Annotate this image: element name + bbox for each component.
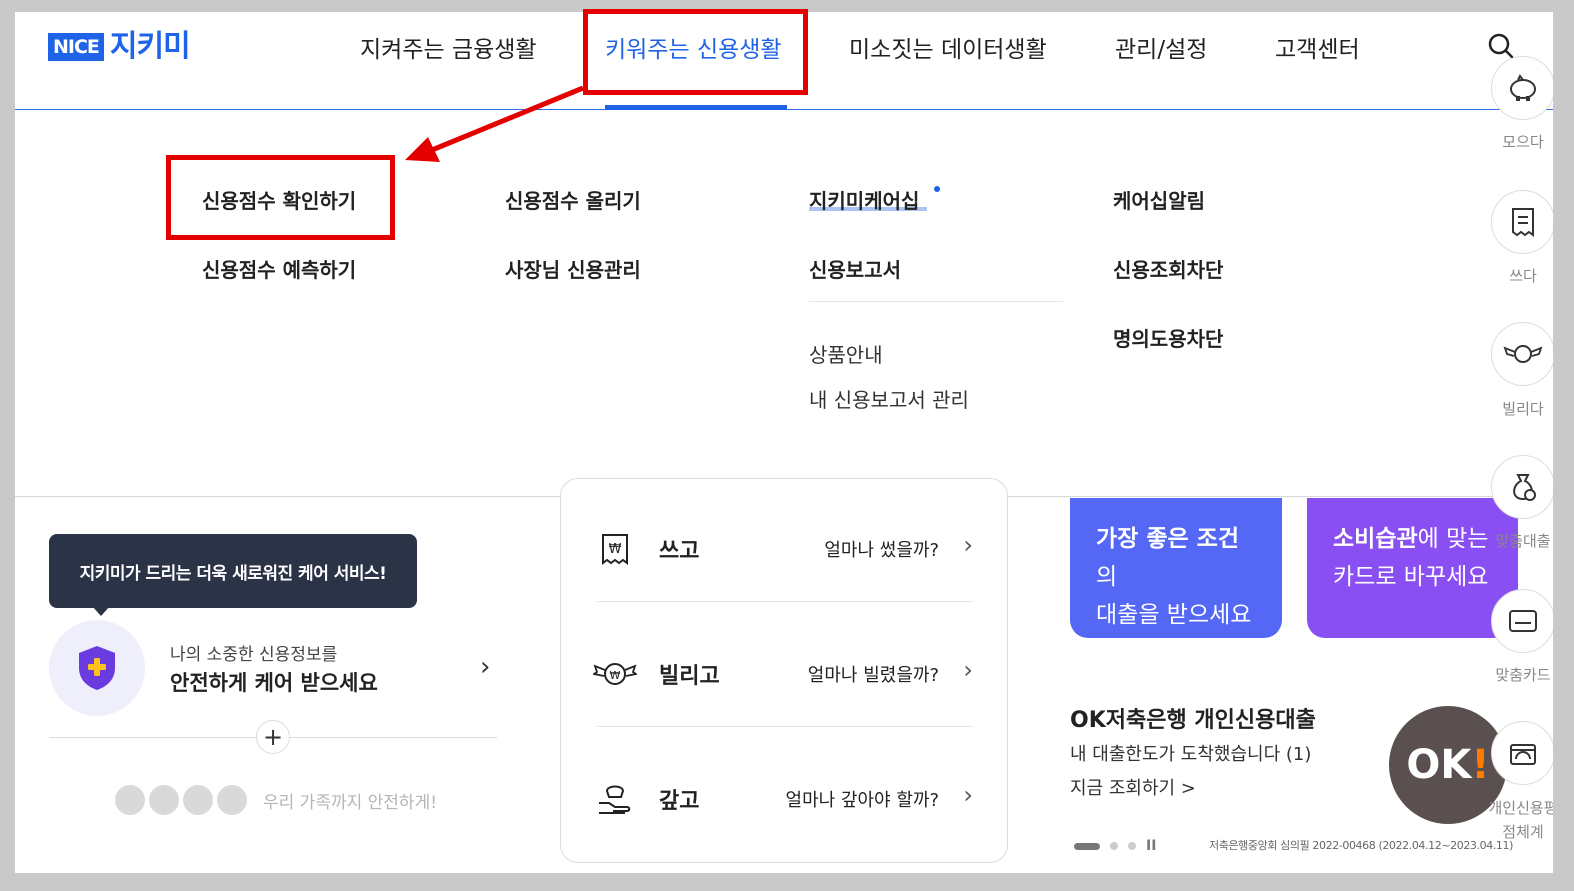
ok-logo-mark: ! (1471, 742, 1490, 788)
summary-row-repay[interactable]: 갚고 얼마나 갚아야 할까? › (597, 769, 973, 829)
menu-business-credit[interactable]: 사장님 신용관리 (505, 254, 641, 283)
quick-label: 맞춤카드 (1495, 666, 1551, 684)
winged-coin-icon (1503, 345, 1543, 363)
nav-item-data[interactable]: 미소짓는 데이터생활 (849, 30, 1047, 64)
menu-credit-report[interactable]: 신용보고서 (809, 254, 901, 283)
quick-loan-button[interactable] (1491, 455, 1553, 519)
ok-logo-text: OK (1406, 742, 1472, 788)
spending-summary-card: ₩ 쓰고 얼마나 썼을까? › ₩ 빌리고 얼마나 빌렸을까? › 갚고 얼마나… (560, 478, 1008, 863)
svg-text:₩: ₩ (610, 669, 621, 682)
chevron-right-icon: › (963, 781, 973, 809)
quick-label: 빌리다 (1502, 400, 1544, 418)
expand-plus-button[interactable]: + (256, 720, 290, 754)
hand-coin-icon (599, 785, 631, 814)
nav-item-support[interactable]: 고객센터 (1275, 30, 1360, 64)
card-icon (1509, 610, 1537, 632)
quick-label: 쓰다 (1509, 267, 1537, 285)
quick-card-button[interactable] (1491, 589, 1553, 653)
menu-credit-score-predict[interactable]: 신용점수 예측하기 (202, 254, 356, 283)
chevron-right-icon: › (963, 531, 973, 559)
ad-cta-link[interactable]: 지금 조회하기 > (1070, 774, 1196, 800)
receipt-icon: ₩ (602, 534, 628, 565)
promo-strong: 가장 좋은 조건 (1096, 526, 1239, 552)
menu-my-report-manage[interactable]: 내 신용보고서 관리 (809, 384, 969, 413)
care-tooltip: 지키미가 드리는 더욱 새로워진 케어 서비스! (49, 534, 417, 608)
summary-title: 쓰고 (659, 539, 700, 564)
menu-careship[interactable]: 지키미케어십 (809, 185, 919, 214)
promo-line2: 대출을 받으세요 (1096, 602, 1252, 628)
promo-rest: 의 (1096, 564, 1118, 590)
piggy-bank-icon (1510, 74, 1536, 101)
money-bag-icon (1513, 474, 1536, 501)
quick-label: 개인신용평점체계 (1488, 799, 1553, 841)
promo-loan-card[interactable]: 가장 좋은 조건의 대출을 받으세요 (1070, 498, 1282, 638)
summary-title: 빌리고 (659, 664, 720, 689)
summary-question: 얼마나 갚아야 할까? (785, 790, 939, 811)
family-avatar (214, 782, 250, 818)
ad-title[interactable]: OK저축은행 개인신용대출 (1070, 702, 1316, 734)
care-title[interactable]: 안전하게 케어 받으세요 (170, 667, 378, 697)
svg-text:₩: ₩ (609, 542, 622, 557)
summary-question: 얼마나 빌렸을까? (807, 665, 939, 686)
receipt-icon (1512, 208, 1534, 237)
family-care-text[interactable]: 우리 가족까지 안전하게! (263, 788, 437, 813)
tooltip-tail (92, 606, 110, 616)
menu-credit-score-raise[interactable]: 신용점수 올리기 (505, 185, 641, 214)
family-avatar (146, 782, 182, 818)
search-icon[interactable] (1487, 32, 1515, 60)
ad-line1: 내 대출한도가 도착했습니다 (1) (1070, 744, 1312, 765)
chevron-right-icon: › (963, 656, 973, 684)
pager-active[interactable] (1074, 842, 1100, 850)
logo-nice: NICE (48, 33, 104, 61)
care-subtitle: 나의 소중한 신용정보를 (170, 645, 338, 665)
active-nav-indicator (605, 105, 787, 110)
ad-pager: II (1074, 838, 1156, 854)
annotation-box-nav (583, 9, 808, 95)
summary-divider (597, 726, 973, 727)
logo[interactable]: NICE 지키미 (48, 29, 191, 64)
pager-dot[interactable] (1110, 842, 1118, 850)
page-frame: NICE 지키미 지켜주는 금융생활 키워주는 신용생활 미소짓는 데이터생활 … (15, 12, 1553, 873)
quick-save-button[interactable] (1491, 56, 1553, 120)
menu-product-info[interactable]: 상품안내 (809, 339, 883, 368)
logo-name: 지키미 (109, 29, 191, 64)
promo-line1: 소비습관에 맞는 (1333, 520, 1492, 558)
menu-identity-theft-block[interactable]: 명의도용차단 (1113, 323, 1223, 352)
promo-rest: 에 맞는 (1417, 526, 1489, 552)
menu-credit-inquiry-block[interactable]: 신용조회차단 (1113, 254, 1223, 283)
ad-legal-notice: 저축은행중앙회 심의필 2022-00468 (2022.04.12~2023.… (1209, 839, 1514, 852)
summary-row-borrow[interactable]: ₩ 빌리고 얼마나 빌렸을까? › (593, 644, 973, 704)
pause-icon[interactable]: II (1146, 838, 1156, 854)
family-avatar (180, 782, 216, 818)
quick-credit-system-button[interactable] (1491, 721, 1553, 785)
summary-divider (597, 601, 973, 602)
care-shield-badge[interactable] (49, 620, 145, 716)
summary-row-spend[interactable]: ₩ 쓰고 얼마나 썼을까? › (597, 519, 973, 579)
summary-title: 갚고 (659, 789, 700, 814)
menu-divider (809, 301, 1063, 302)
nav-item-settings[interactable]: 관리/설정 (1115, 30, 1207, 64)
promo-line2: 카드로 바꾸세요 (1333, 564, 1489, 590)
summary-question: 얼마나 썼을까? (824, 540, 939, 561)
quick-borrow-button[interactable] (1491, 322, 1553, 386)
promo-credit-card[interactable]: 소비습관에 맞는 카드로 바꾸세요 (1307, 498, 1518, 638)
nav-item-finance[interactable]: 지켜주는 금융생활 (360, 30, 537, 64)
menu-careship-alert[interactable]: 케어십알림 (1113, 185, 1205, 214)
pager-dot[interactable] (1128, 842, 1136, 850)
quick-spend-button[interactable] (1491, 190, 1553, 254)
quick-label: 맞춤대출 (1495, 532, 1551, 550)
chevron-right-icon[interactable]: › (480, 652, 490, 682)
promo-line1: 가장 좋은 조건의 (1096, 520, 1256, 596)
new-dot-badge (934, 186, 940, 192)
annotation-box-menu (166, 155, 395, 240)
promo-strong: 소비습관 (1333, 526, 1418, 552)
shield-icon (79, 646, 115, 690)
quick-label: 모으다 (1502, 133, 1544, 151)
winged-coin-icon: ₩ (593, 663, 637, 685)
family-avatar (112, 782, 148, 818)
scale-icon (1510, 744, 1536, 765)
